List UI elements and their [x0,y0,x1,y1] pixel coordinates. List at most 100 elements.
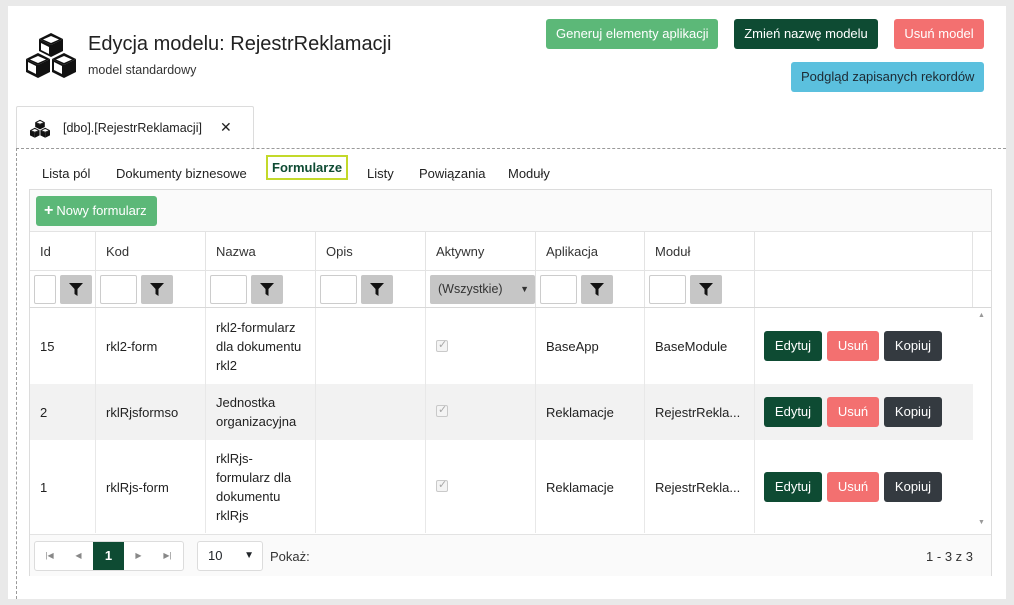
cell-nazwa: formularz dla [216,470,292,485]
caret-down-icon: ▼ [520,284,529,294]
cell-nazwa: rkl2 [216,358,237,373]
next-page-icon[interactable]: ▶ [124,542,153,570]
forms-grid: + Nowy formularz Id Kod Nazwa Opis Aktywn… [29,189,992,576]
preview-records-button[interactable]: Podgląd zapisanych rekordów [791,62,984,92]
filter-funnel-icon [69,283,83,296]
column-header-opis[interactable]: Opis [316,232,426,270]
cell-kod: rklRjsformso [106,405,179,420]
grid-header-row: Id Kod Nazwa Opis Aktywny Aplikacja Modu… [30,232,991,271]
rename-model-button[interactable]: Zmień nazwę modelu [734,19,878,49]
cell-kod: rkl2-form [106,339,158,354]
cell-modul: BaseModule [655,339,728,354]
tab-powiazania[interactable]: Powiązania [419,166,486,181]
pager-info: 1 - 3 z 3 [926,549,973,564]
cell-opis [316,440,426,533]
filter-input-opis[interactable] [320,275,357,304]
filter-cell-modul [645,271,755,307]
filter-button-id[interactable] [60,275,92,304]
filter-input-kod[interactable] [100,275,137,304]
close-icon[interactable]: ✕ [220,119,232,136]
column-header-id[interactable]: Id [30,232,96,270]
table-row[interactable]: 15 rkl2-form rkl2-formularz dla dokument… [30,308,973,384]
filter-button-nazwa[interactable] [251,275,283,304]
cell-aplikacja: Reklamacje [546,480,614,495]
edit-button[interactable]: Edytuj [764,397,822,427]
last-page-icon[interactable]: ▶| [153,542,182,570]
cell-opis [316,384,426,440]
grid-toolbar: + Nowy formularz [30,190,991,232]
tab-moduly[interactable]: Moduły [508,166,550,181]
page: Edycja modelu: RejestrReklamacji model s… [8,6,1006,599]
page-title: Edycja modelu: RejestrReklamacji [88,33,392,55]
current-page-button[interactable]: 1 [93,542,124,570]
scroll-up-icon[interactable]: ▲ [978,312,985,319]
column-header-modul[interactable]: Moduł [645,232,755,270]
filter-input-nazwa[interactable] [210,275,247,304]
filter-funnel-icon [260,283,274,296]
copy-button[interactable]: Kopiuj [884,331,942,361]
column-header-kod[interactable]: Kod [96,232,206,270]
edit-button[interactable]: Edytuj [764,472,822,502]
column-header-actions [755,232,973,270]
page-size-label: Pokaż: [270,549,310,564]
column-header-nazwa[interactable]: Nazwa [206,232,316,270]
table-row[interactable]: 1 rklRjs-form rklRjs- formularz dla doku… [30,440,973,533]
filter-cell-aktywny: (Wszystkie) ▼ [426,271,536,307]
filter-input-modul[interactable] [649,275,686,304]
active-checkbox [436,338,448,352]
grid-filter-row: (Wszystkie) ▼ [30,271,991,308]
first-page-icon[interactable]: |◀ [35,542,64,570]
edit-button[interactable]: Edytuj [764,331,822,361]
column-header-aktywny[interactable]: Aktywny [426,232,536,270]
cell-id: 15 [40,339,55,354]
filter-funnel-icon [590,283,604,296]
tab-dokumenty-biznesowe[interactable]: Dokumenty biznesowe [116,166,247,181]
generate-app-elements-button[interactable]: Generuj elementy aplikacji [546,19,718,49]
delete-model-button[interactable]: Usuń model [894,19,984,49]
pager-buttons: |◀ ◀ 1 ▶ ▶| [34,541,184,571]
cell-id: 2 [40,405,48,420]
delete-button[interactable]: Usuń [827,472,879,502]
filter-input-id[interactable] [34,275,56,304]
cell-nazwa: rklRjs- [216,451,253,466]
filter-button-opis[interactable] [361,275,393,304]
filter-button-modul[interactable] [690,275,722,304]
active-checkbox [436,478,448,492]
delete-button[interactable]: Usuń [827,331,879,361]
page-subtitle: model standardowy [88,63,197,77]
filter-cell-actions [755,271,973,307]
filter-button-aplikacja[interactable] [581,275,613,304]
tab-formularze[interactable]: Formularze [266,155,349,180]
plus-icon: + [44,202,54,219]
table-row[interactable]: 2 rklRjsformso Jednostka organizacyjna R… [30,384,973,440]
cell-nazwa: dokumentu [216,489,281,504]
filter-input-aplikacja[interactable] [540,275,577,304]
filter-cell-aplikacja [536,271,645,307]
cell-nazwa: dla dokumentu [216,339,302,354]
filter-funnel-icon [699,283,713,296]
copy-button[interactable]: Kopiuj [884,397,942,427]
cell-opis [316,308,426,384]
grid-body: 15 rkl2-form rkl2-formularz dla dokument… [30,308,973,533]
new-form-label: Nowy formularz [56,203,147,218]
cell-kod: rklRjs-form [106,480,169,495]
filter-select-aktywny[interactable]: (Wszystkie) ▼ [430,275,535,304]
copy-button[interactable]: Kopiuj [884,472,942,502]
cell-modul: RejestrRekla... [655,405,741,420]
page-size-select[interactable]: 10 ▼ [197,541,263,571]
cell-nazwa: organizacyjna [216,414,297,429]
cell-aplikacja: BaseApp [546,339,599,354]
filter-button-kod[interactable] [141,275,173,304]
tab-lista-pol[interactable]: Lista pól [42,166,90,181]
document-tab[interactable]: [dbo].[RejestrReklamacji] ✕ [16,106,254,148]
column-header-aplikacja[interactable]: Aplikacja [536,232,645,270]
vertical-scrollbar[interactable]: ▲ ▼ [973,308,991,533]
filter-funnel-icon [370,283,384,296]
tab-listy[interactable]: Listy [367,166,394,181]
scroll-down-icon[interactable]: ▼ [978,519,985,526]
cell-modul: RejestrRekla... [655,480,741,495]
prev-page-icon[interactable]: ◀ [64,542,93,570]
delete-button[interactable]: Usuń [827,397,879,427]
cell-nazwa: rkl2-formularz [216,320,296,335]
new-form-button[interactable]: + Nowy formularz [36,196,157,226]
